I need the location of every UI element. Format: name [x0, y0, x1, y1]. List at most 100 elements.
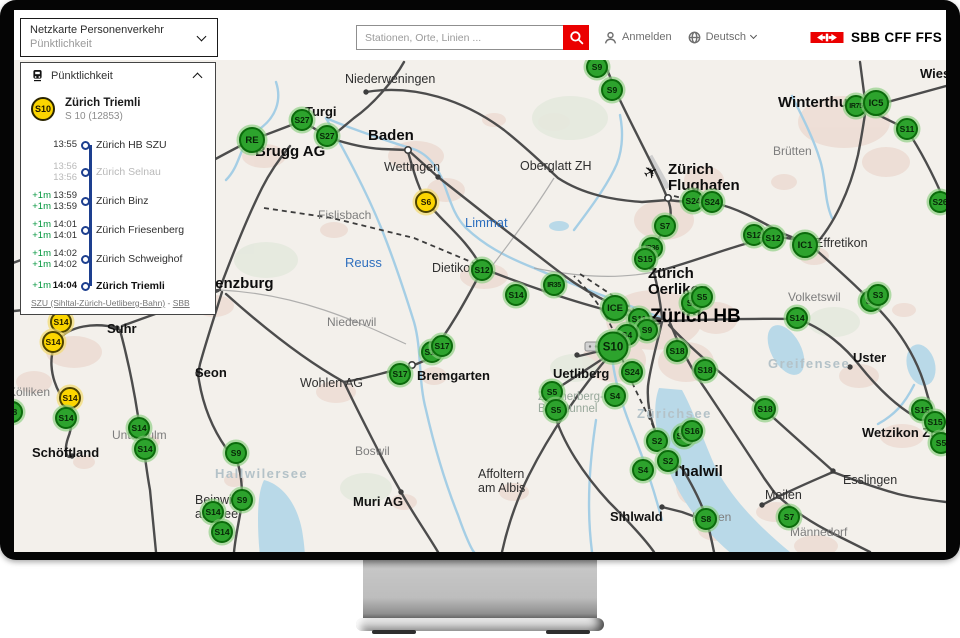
monitor-foot [372, 630, 416, 634]
sbb-flag-icon [810, 32, 844, 43]
train-summary: S10 Zürich Triemli S 10 (12853) [21, 88, 215, 126]
line-badge-s5[interactable]: S5 [930, 432, 946, 454]
stop-row-z-rich-binz: +1m+1m13:5913:59Zürich Binz [31, 187, 215, 215]
line-badge-ic1[interactable]: IC1 [792, 232, 818, 258]
dropdown-selected-category: Netzkarte Personenverkehr [30, 24, 198, 38]
line-badge-s26[interactable]: S26 [929, 191, 946, 213]
line-badge-ir35[interactable]: IR35 [543, 274, 565, 296]
line-badge-s8[interactable]: S8 [14, 401, 23, 423]
language-label: Deutsch [706, 31, 746, 43]
line-badge-s10[interactable]: S10 [598, 332, 629, 363]
line-badge-s9[interactable]: S9 [231, 489, 253, 511]
stop-row-z-rich-triemli: +1m14:04 Zürich Triemli [31, 274, 215, 298]
search-button[interactable] [563, 25, 589, 50]
stop-times: 14:0114:01 [51, 219, 77, 242]
search-bar [356, 25, 589, 50]
sbb-logo: SBB CFF FFS [810, 30, 942, 45]
line-badge-s14[interactable]: S14 [202, 501, 224, 523]
line-badge-s14[interactable]: S14 [128, 417, 150, 439]
stop-row-z-rich-friesenberg: +1m+1m14:0114:01Zürich Friesenberg [31, 216, 215, 244]
train-line-badge: S10 [31, 97, 55, 121]
line-badge-s17[interactable]: S17 [389, 363, 411, 385]
brand-text: SBB CFF FFS [851, 30, 942, 45]
line-badge-s14[interactable]: S14 [786, 307, 808, 329]
line-badge-s24[interactable]: S24 [701, 191, 723, 213]
line-badge-s5[interactable]: S5 [545, 399, 567, 421]
stop-name: Zürich HB SZU [93, 139, 167, 151]
login-label: Anmelden [622, 31, 672, 43]
timeline-node [77, 255, 93, 264]
line-badge-s16[interactable]: S16 [681, 420, 703, 442]
line-badge-s14[interactable]: S14 [211, 521, 233, 543]
line-badge-s14[interactable]: S14 [134, 438, 156, 460]
panel-header[interactable]: Pünktlichkeit [21, 63, 215, 88]
stop-times: 14:0214:02 [51, 248, 77, 271]
stop-name: Zürich Triemli [93, 280, 165, 292]
line-badge-s18[interactable]: S18 [666, 340, 688, 362]
stop-name: Zürich Selnau [93, 166, 161, 178]
line-badge-s18[interactable]: S18 [754, 398, 776, 420]
line-badge-s4[interactable]: S4 [632, 459, 654, 481]
top-toolbar: Netzkarte Personenverkehr Pünktlichkeit [14, 10, 946, 60]
login-button[interactable]: Anmelden [604, 31, 672, 44]
stop-times: 14:04 [51, 280, 77, 291]
line-badge-s24[interactable]: S24 [621, 361, 643, 383]
line-badge-s8[interactable]: S8 [695, 508, 717, 530]
line-badge-s5[interactable]: S5 [691, 286, 713, 308]
line-badge-s14[interactable]: S14 [42, 331, 64, 353]
stop-delays: +1m+1m [31, 219, 51, 242]
stop-times: 13:5913:59 [51, 190, 77, 213]
line-badge-s17[interactable]: S17 [431, 335, 453, 357]
line-badge-s18[interactable]: S18 [694, 359, 716, 381]
line-badge-s2[interactable]: S2 [646, 430, 668, 452]
footer-separator: - [165, 298, 173, 308]
sbb-link[interactable]: SBB [173, 298, 190, 308]
panel-title: Pünktlichkeit [51, 70, 194, 82]
search-input[interactable] [356, 25, 563, 50]
line-badge-s9[interactable]: S9 [225, 442, 247, 464]
stop-delays: +1m [31, 280, 51, 291]
line-badge-s27[interactable]: S27 [291, 109, 313, 131]
train-service-number: S 10 (12853) [65, 111, 140, 122]
line-badge-s12[interactable]: S12 [471, 259, 493, 281]
line-badge-s14[interactable]: S14 [55, 407, 77, 429]
monitor-foot [546, 630, 590, 634]
stop-row-z-rich-selnau: 13:5613:56 Zürich Selnau [31, 158, 215, 186]
stop-times: 13:5613:56 [51, 161, 77, 184]
line-badge-s4[interactable]: S4 [604, 385, 626, 407]
line-badge-s14[interactable]: S14 [59, 387, 81, 409]
line-badge-s9[interactable]: S9 [601, 79, 623, 101]
line-badge-s15[interactable]: S15 [634, 248, 656, 270]
operator-link[interactable]: SZU (Sihltal-Zürich-Uetliberg-Bahn) [31, 298, 165, 308]
line-badge-s7[interactable]: S7 [778, 506, 800, 528]
line-badge-ice[interactable]: ICE [602, 295, 628, 321]
line-badge-s7[interactable]: S7 [654, 215, 676, 237]
stop-name: Zürich Schweighof [93, 253, 182, 265]
panel-footer: SZU (Sihltal-Zürich-Uetliberg-Bahn) - SB… [31, 298, 190, 308]
app-window: NiederweningenTurgiWiesendangenWinterthu… [14, 10, 946, 552]
line-badge-s15[interactable]: S15 [924, 411, 946, 433]
language-selector[interactable]: Deutsch [688, 31, 768, 44]
map-layer-dropdown[interactable]: Netzkarte Personenverkehr Pünktlichkeit [20, 18, 218, 57]
timeline-node [77, 282, 93, 291]
stop-name: Zürich Binz [93, 195, 149, 207]
stop-row-z-rich-hb-szu: 13:55Zürich HB SZU [31, 133, 215, 157]
line-badge-ic5[interactable]: IC5 [863, 90, 889, 116]
user-icon [604, 31, 617, 44]
globe-icon [688, 31, 701, 44]
line-badge-s9[interactable]: S9 [636, 319, 658, 341]
line-badge-s14[interactable]: S14 [505, 284, 527, 306]
stop-row-z-rich-schweighof: +1m+1m14:0214:02Zürich Schweighof [31, 245, 215, 273]
train-icon [31, 69, 44, 82]
timeline-node [77, 141, 93, 150]
line-badge-s9[interactable]: S9 [586, 60, 608, 78]
chevron-up-icon [193, 73, 203, 83]
line-badge-s12[interactable]: S12 [762, 227, 784, 249]
line-badge-s11[interactable]: S11 [896, 118, 918, 140]
line-badge-s6[interactable]: S6 [415, 191, 437, 213]
line-badge-s3[interactable]: S3 [867, 284, 889, 306]
dropdown-selected-value: Pünktlichkeit [30, 38, 198, 52]
line-badge-s2[interactable]: S2 [657, 450, 679, 472]
line-badge-s27[interactable]: S27 [316, 125, 338, 147]
line-badge-re[interactable]: RE [239, 127, 265, 153]
